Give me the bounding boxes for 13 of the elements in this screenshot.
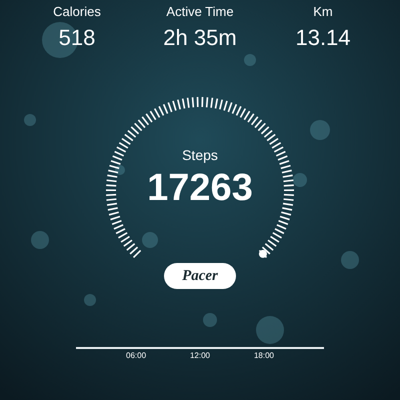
stat-value: 13.14 xyxy=(295,25,351,51)
stat-label: Calories xyxy=(53,4,101,19)
stat-value: 2h 35m xyxy=(163,25,237,51)
pacer-logo: Pacer xyxy=(164,263,236,289)
stat-label: Km xyxy=(313,4,333,19)
time-label: 06:00 xyxy=(126,351,146,360)
time-label: 12:00 xyxy=(190,351,210,360)
stat-label: Active Time xyxy=(166,4,234,19)
stat-value: 518 xyxy=(58,25,96,51)
steps-count: 17263 xyxy=(147,167,253,210)
steps-label: Steps xyxy=(182,147,218,163)
gauge-knob xyxy=(258,250,267,258)
time-label: 18:00 xyxy=(254,351,274,360)
